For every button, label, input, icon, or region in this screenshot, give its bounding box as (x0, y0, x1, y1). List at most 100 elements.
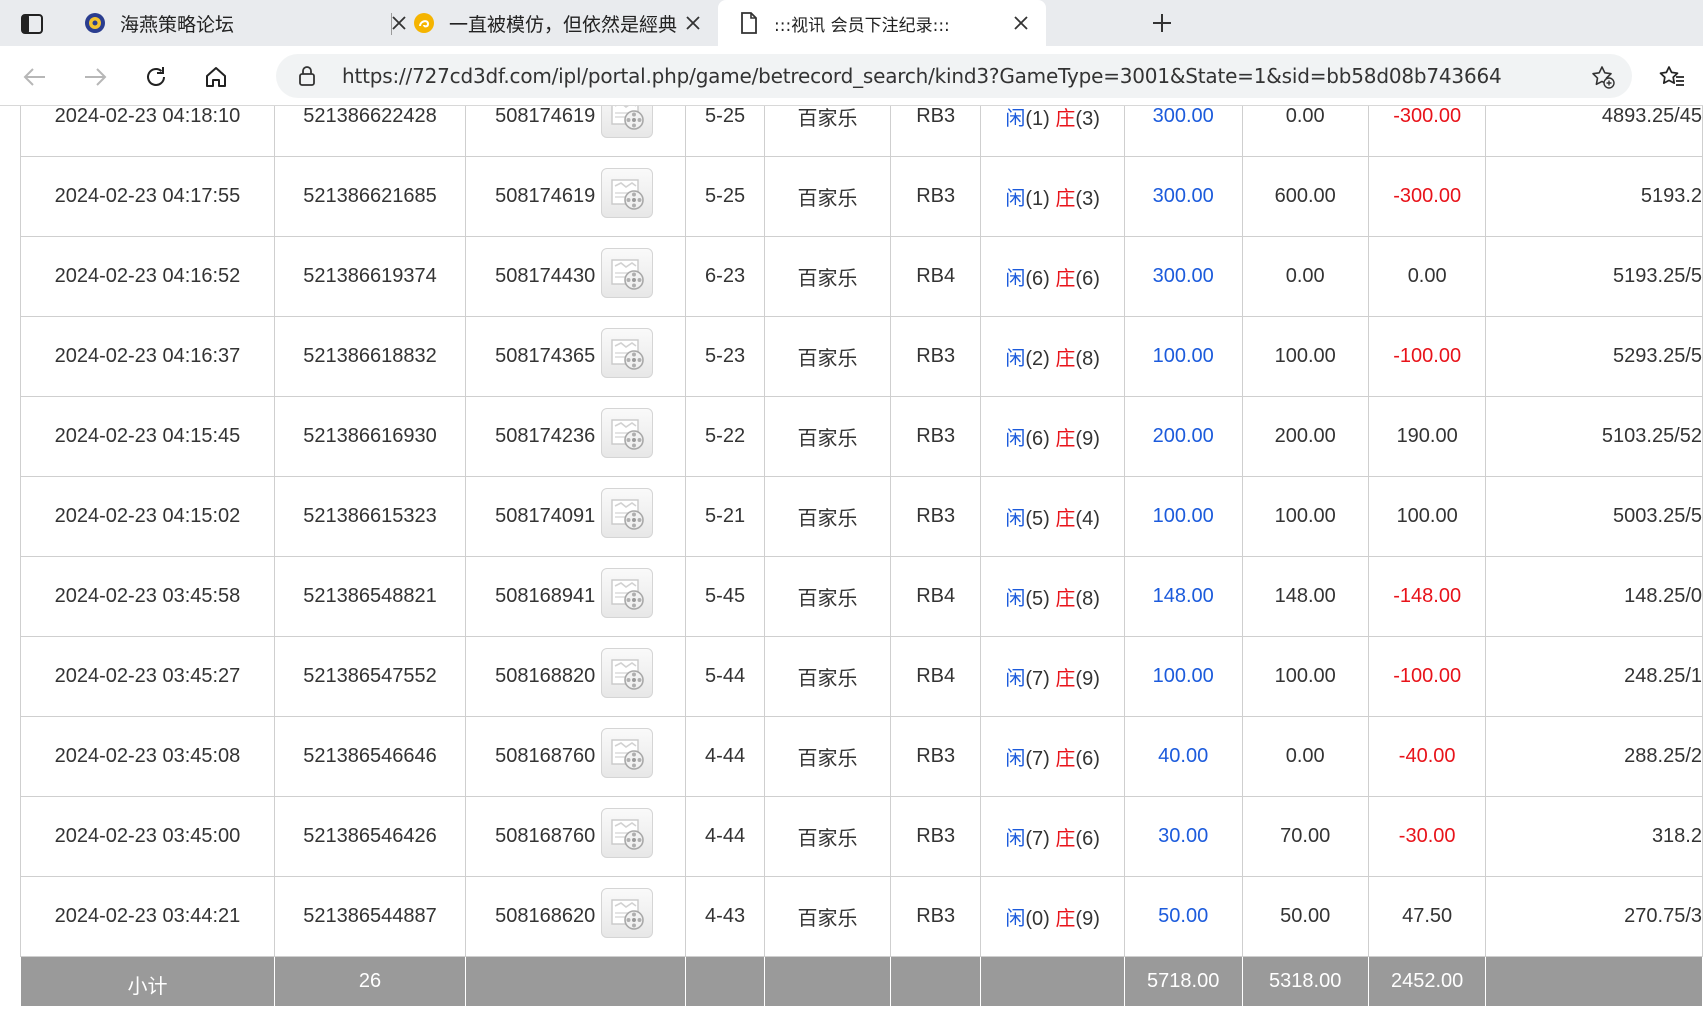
banker-score: (4) (1075, 508, 1100, 530)
valid-amount: 100.00 (1241, 476, 1369, 557)
orange-swirl-icon (413, 12, 435, 34)
bet-amount: 100.00 (1123, 636, 1243, 717)
bet-record-row: 2024-02-23 04:18:10 521386622428 5081746… (20, 106, 1703, 157)
subtotal-empty-cell (763, 956, 891, 1007)
player-label: 闲 (1005, 348, 1026, 370)
home-icon[interactable] (199, 60, 233, 94)
win-loss: -300.00 (1367, 106, 1487, 157)
bet-time: 2024-02-23 03:45:08 (20, 716, 275, 797)
bet-record-row: 2024-02-23 03:45:08 521386546646 5081687… (20, 716, 1703, 797)
tab-title: 一直被模仿，但依然是經典 (449, 13, 678, 36)
balance: 288.25/2 (1485, 716, 1703, 797)
win-loss: 47.50 (1367, 876, 1487, 957)
bet-time: 2024-02-23 04:15:45 (20, 396, 275, 477)
balance: 5103.25/52 (1485, 396, 1703, 477)
round-cell: 508174236 (465, 396, 687, 477)
player-score: (7) (1025, 828, 1050, 850)
balance: 5293.25/5 (1485, 316, 1703, 397)
bet-amount: 40.00 (1123, 716, 1243, 797)
video-replay-icon[interactable] (601, 647, 654, 698)
back-arrow-icon[interactable] (18, 60, 52, 94)
game-result: 闲(5) 庄(8) (980, 556, 1125, 637)
player-score: (6) (1025, 428, 1050, 450)
address-bar[interactable]: https://727cd3df.com/ipl/portal.php/game… (276, 54, 1632, 98)
bet-id: 521386618832 (273, 316, 467, 397)
player-label: 闲 (1005, 188, 1026, 210)
banker-score: (6) (1075, 268, 1100, 290)
table-code: RB3 (889, 396, 982, 477)
navigation-bar: https://727cd3df.com/ipl/portal.php/game… (0, 46, 1703, 106)
tab-actions-icon[interactable] (14, 9, 50, 39)
valid-amount: 100.00 (1241, 636, 1369, 717)
game-type: 百家乐 (763, 476, 891, 557)
round-cell: 508174619 (465, 106, 687, 157)
table-code: RB3 (889, 796, 982, 877)
forward-arrow-icon[interactable] (78, 60, 112, 94)
bet-id: 521386621685 (273, 156, 467, 237)
subtotal-count: 26 (273, 956, 467, 1007)
table-code: RB3 (889, 156, 982, 237)
round-number: 508174619 (495, 185, 596, 207)
video-replay-icon[interactable] (601, 887, 654, 938)
table-code: RB3 (889, 106, 982, 157)
banker-label: 庄 (1055, 108, 1076, 130)
banker-label: 庄 (1055, 348, 1076, 370)
table-code: RB3 (889, 876, 982, 957)
player-score: (7) (1025, 668, 1050, 690)
valid-amount: 100.00 (1241, 316, 1369, 397)
bet-id: 521386622428 (273, 106, 467, 157)
round-number: 508174091 (495, 505, 596, 527)
bet-id: 521386548821 (273, 556, 467, 637)
player-score: (6) (1025, 268, 1050, 290)
close-icon[interactable] (1010, 12, 1032, 34)
bet-time: 2024-02-23 03:45:00 (20, 796, 275, 877)
video-replay-icon[interactable] (601, 727, 654, 778)
round-number: 508174365 (495, 345, 596, 367)
shoe-number: 5-21 (685, 476, 765, 557)
player-label: 闲 (1005, 908, 1026, 930)
lock-icon[interactable] (296, 65, 318, 87)
game-result: 闲(6) 庄(9) (980, 396, 1125, 477)
video-replay-icon[interactable] (601, 407, 654, 458)
video-replay-icon[interactable] (601, 327, 654, 378)
round-cell: 508168760 (465, 716, 687, 797)
player-label: 闲 (1005, 508, 1026, 530)
video-replay-icon[interactable] (601, 807, 654, 858)
close-icon[interactable] (682, 12, 704, 34)
forum-logo-icon (84, 12, 106, 34)
refresh-icon[interactable] (139, 60, 173, 94)
shoe-number: 5-44 (685, 636, 765, 717)
add-favorite-star-icon[interactable] (1590, 64, 1616, 90)
bet-amount: 300.00 (1123, 156, 1243, 237)
shoe-number: 4-44 (685, 716, 765, 797)
banker-label: 庄 (1055, 828, 1076, 850)
video-replay-icon[interactable] (601, 567, 654, 618)
video-replay-icon[interactable] (601, 106, 654, 138)
win-loss: 190.00 (1367, 396, 1487, 477)
player-score: (2) (1025, 348, 1050, 370)
round-number: 508168820 (495, 665, 596, 687)
round-number: 508174619 (495, 106, 596, 127)
win-loss: -100.00 (1367, 636, 1487, 717)
bet-amount: 100.00 (1123, 316, 1243, 397)
game-result: 闲(2) 庄(8) (980, 316, 1125, 397)
player-score: (5) (1025, 588, 1050, 610)
banker-label: 庄 (1055, 268, 1076, 290)
bet-time: 2024-02-23 04:18:10 (20, 106, 275, 157)
shoe-number: 5-25 (685, 156, 765, 237)
favorites-star-icon[interactable] (1655, 60, 1689, 94)
tab-bet-records[interactable]: :::视讯 会员下注纪录::: (718, 0, 1046, 46)
bet-amount: 300.00 (1123, 236, 1243, 317)
tab-forum[interactable]: 海燕策略论坛 (64, 0, 424, 46)
tab-classic[interactable]: 一直被模仿，但依然是經典 (393, 0, 718, 46)
player-label: 闲 (1005, 428, 1026, 450)
new-tab-plus-icon[interactable] (1145, 8, 1179, 38)
bet-record-row: 2024-02-23 03:45:58 521386548821 5081689… (20, 556, 1703, 637)
bet-id: 521386544887 (273, 876, 467, 957)
video-replay-icon[interactable] (601, 487, 654, 538)
video-replay-icon[interactable] (601, 167, 654, 218)
bet-id: 521386616930 (273, 396, 467, 477)
video-replay-icon[interactable] (601, 247, 654, 298)
url-text[interactable]: https://727cd3df.com/ipl/portal.php/game… (342, 64, 1502, 88)
banker-score: (9) (1075, 428, 1100, 450)
